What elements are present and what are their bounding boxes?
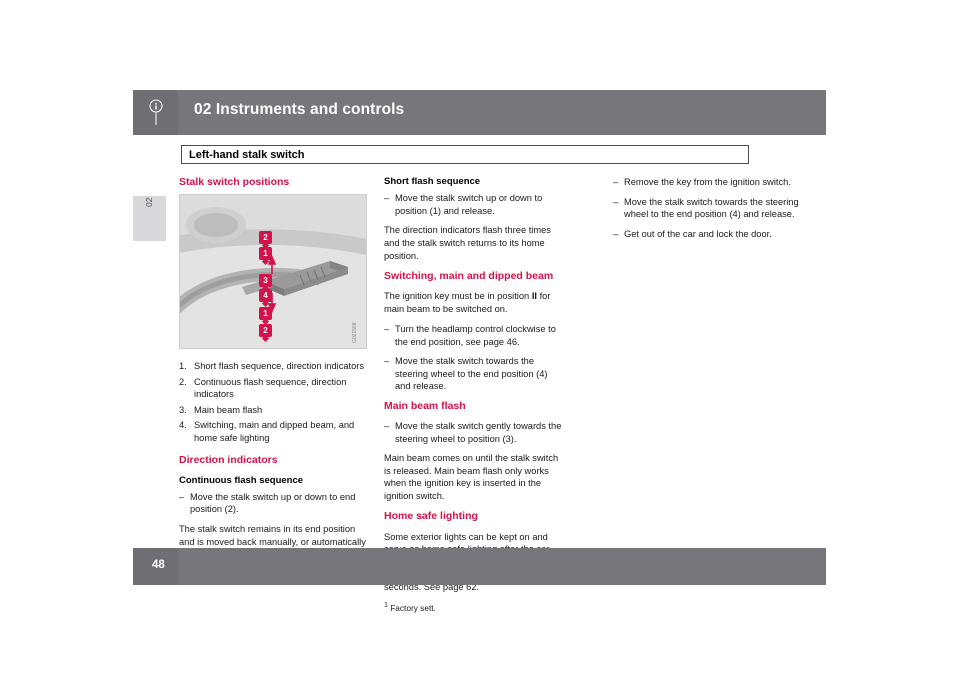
- dash-item: – Move the stalk switch up or down to en…: [179, 491, 367, 516]
- list-item-label: Short flash sequence, direction indicato…: [194, 361, 365, 372]
- heading-home-safe-lighting: Home safe lighting: [384, 510, 478, 523]
- footnote-number: 1: [384, 602, 388, 610]
- list-item-label: Switching, main and dipped beam, and hom…: [194, 420, 355, 443]
- list-item-label: Main beam flash: [194, 404, 263, 415]
- illustration-callout-4: 4: [259, 289, 272, 302]
- footer-band: [178, 548, 826, 585]
- list-item-number: 2.: [179, 376, 187, 387]
- list-item-number: 3.: [179, 404, 187, 415]
- list-item: 2. Continuous flash sequence, direction …: [179, 376, 367, 401]
- dash-bullet-icon: –: [179, 491, 185, 502]
- section-title: Left-hand stalk switch: [189, 149, 305, 161]
- paragraph-switching-pre: The ignition key must be in position: [384, 291, 532, 302]
- dash-item: – Get out of the car and lock the door.: [613, 228, 813, 241]
- paragraph-switching: The ignition key must be in position II …: [384, 290, 562, 315]
- illustration-callout-1-top: 1: [259, 247, 272, 260]
- chapter-header-band: 02 Instruments and controls: [178, 90, 826, 135]
- stalk-position-list: 1. Short flash sequence, direction indic…: [179, 360, 367, 444]
- footnote: 1 Factory sett.: [384, 603, 562, 614]
- dash-bullet-icon: –: [384, 356, 390, 367]
- dash-item-text: Move the stalk switch gently towards the…: [395, 421, 562, 444]
- list-item-number: 1.: [179, 361, 187, 372]
- header-icon-box: [133, 90, 178, 135]
- heading-main-beam-flash: Main beam flash: [384, 400, 466, 413]
- heading-switching-main-dipped: Switching, main and dipped beam: [384, 270, 554, 283]
- dash-item-text: Remove the key from the ignition switch.: [624, 177, 791, 187]
- chapter-side-tab-label: 02: [144, 197, 154, 207]
- dash-item: – Move the stalk switch towards the stee…: [613, 196, 813, 221]
- dash-item-text: Move the stalk switch up or down to posi…: [395, 193, 543, 216]
- paragraph-main-beam-flash: Main beam comes on until the stalk switc…: [384, 453, 559, 501]
- list-item: 4. Switching, main and dipped beam, and …: [179, 419, 367, 444]
- page-title: 02 Instruments and controls: [194, 101, 405, 118]
- dash-bullet-icon: –: [613, 196, 619, 207]
- dash-bullet-icon: –: [613, 228, 619, 239]
- illustration-callout-3: 3: [259, 274, 272, 287]
- dash-bullet-icon: –: [613, 177, 619, 187]
- manual-page: 02 Instruments and controls Left-hand st…: [0, 0, 954, 675]
- left-hand-stalk-switch-illustration: G021568 2 1 3 4 1 2: [179, 194, 367, 349]
- svg-text:G021568: G021568: [352, 322, 358, 343]
- heading-stalk-switch-positions: Stalk switch positions: [179, 176, 290, 188]
- dash-item-text: Move the stalk switch towards the steeri…: [624, 196, 799, 220]
- list-item: 1. Short flash sequence, direction indic…: [179, 360, 367, 373]
- column-right: – Remove the key from the ignition switc…: [613, 176, 813, 247]
- dash-item-text: Move the stalk switch up or down to end …: [190, 491, 356, 515]
- heading-short-flash-sequence: Short flash sequence: [384, 176, 481, 187]
- illustration-callout-1-bottom: 1: [259, 307, 272, 320]
- chapter-side-tab: 02: [133, 196, 166, 241]
- footnote-text: Factory sett.: [390, 603, 436, 614]
- list-item: 3. Main beam flash: [179, 404, 367, 417]
- dash-bullet-icon: –: [384, 324, 390, 335]
- dash-item: – Remove the key from the ignition switc…: [613, 176, 813, 189]
- section-title-bar: Left-hand stalk switch: [181, 145, 749, 164]
- illustration-artwork: G021568: [180, 195, 366, 348]
- dash-bullet-icon: –: [384, 421, 390, 432]
- illustration-callout-2-bottom: 2: [259, 324, 272, 337]
- info-circle-icon: [149, 99, 163, 125]
- list-item-number: 4.: [179, 420, 187, 431]
- dash-item: – Move the stalk switch up or down to po…: [384, 192, 562, 217]
- page-number: 48: [152, 559, 165, 571]
- paragraph-short-flash: The direction indicators flash three tim…: [384, 225, 551, 261]
- dash-item-text: Turn the headlamp control clockwise to t…: [395, 324, 556, 347]
- dash-item: – Move the stalk switch gently towards t…: [384, 420, 562, 445]
- dash-item: – Turn the headlamp control clockwise to…: [384, 323, 562, 348]
- heading-continuous-flash-sequence: Continuous flash sequence: [179, 474, 304, 486]
- dash-item: – Move the stalk switch towards the stee…: [384, 355, 562, 393]
- heading-direction-indicators: Direction indicators: [179, 454, 278, 467]
- dash-item-text: Move the stalk switch towards the steeri…: [395, 356, 548, 392]
- dash-bullet-icon: –: [384, 193, 390, 204]
- footer-page-box: 48: [133, 548, 178, 585]
- illustration-callout-2-top: 2: [259, 231, 272, 244]
- list-item-label: Continuous flash sequence, direction ind…: [194, 376, 347, 400]
- dash-item-text: Get out of the car and lock the door.: [624, 228, 772, 239]
